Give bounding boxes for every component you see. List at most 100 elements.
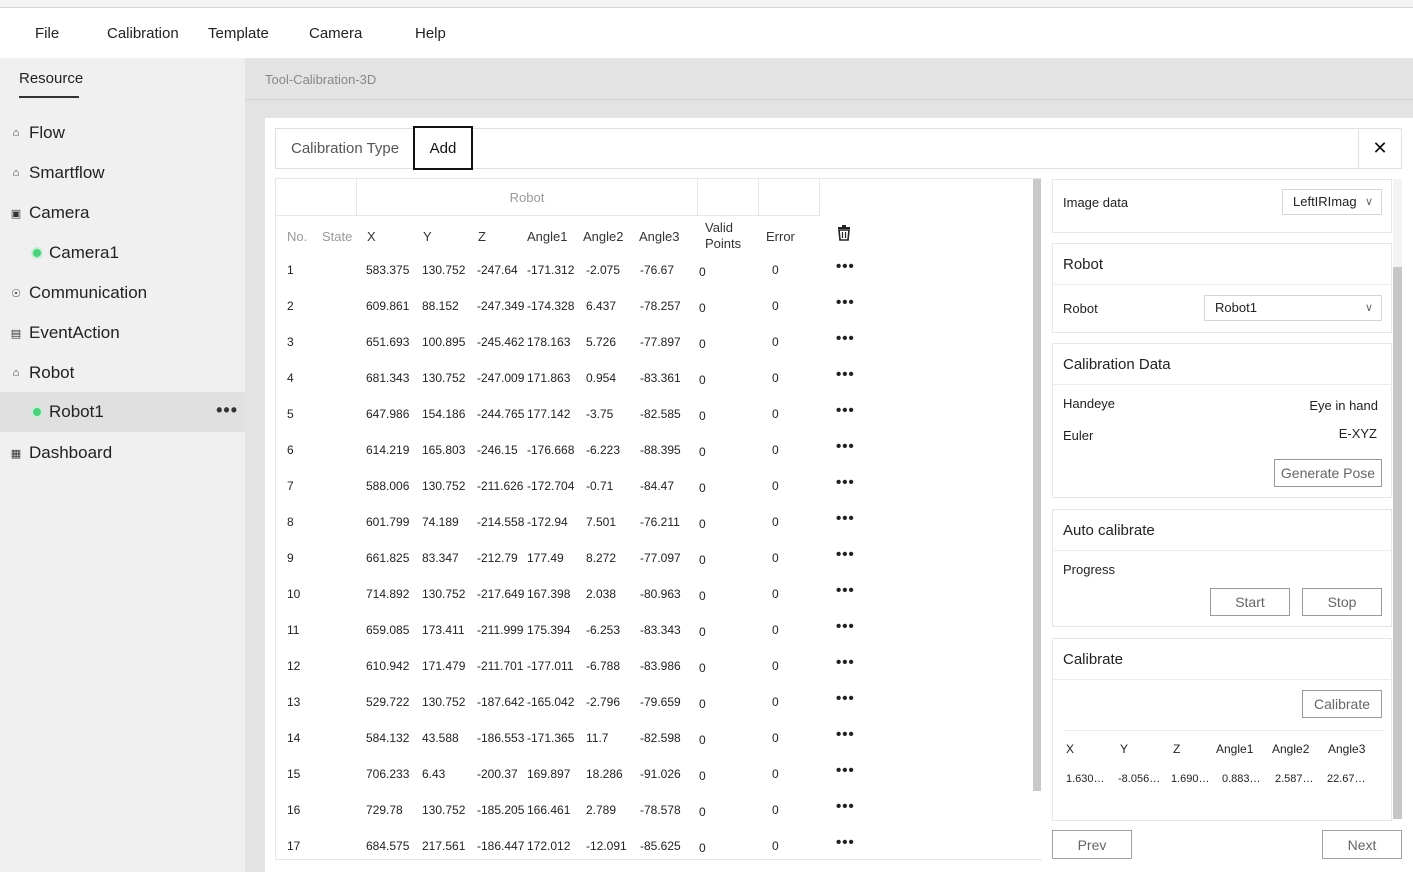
divider [1053,550,1393,551]
table-scrollbar-thumb[interactable] [1033,179,1041,791]
table-row[interactable]: 1 583.375 130.752 -247.64 -171.312 -2.075 -76.… [276,258,1036,299]
right-panel-scrollbar[interactable] [1393,179,1402,819]
table-cell: 659.085 [366,623,410,637]
table-row[interactable]: 3 651.693 100.895 -245.462 178.163 5.726 -77.8… [276,330,1036,371]
table-row[interactable]: 11 659.085 173.411 -211.999 175.394 -6.253 -83… [276,618,1036,659]
resource-tab[interactable]: Resource [19,70,83,87]
row-more-options-icon[interactable]: ••• [836,438,855,455]
row-more-options-icon[interactable]: ••• [836,798,855,815]
table-cell: 12 [287,659,301,673]
row-more-options-icon[interactable]: ••• [836,654,855,671]
table-row[interactable]: 17 684.575 217.561 -186.447 172.012 -12.091 -8… [276,834,1036,859]
next-button[interactable]: Next [1322,830,1402,859]
generate-pose-button[interactable]: Generate Pose [1274,459,1382,487]
row-more-options-icon[interactable]: ••• [836,366,855,383]
menu-camera[interactable]: Camera [309,25,362,42]
table-row[interactable]: 13 529.722 130.752 -187.642 -165.042 -2.796 -7… [276,690,1036,731]
chevron-down-icon: ∨ [1364,302,1373,314]
table-cell: 0.954 [586,371,617,385]
table-cell: -165.042 [527,695,575,709]
robot-select[interactable]: Robot1 ∨ [1204,295,1382,321]
row-more-options-icon[interactable]: ••• [836,690,855,707]
menu-help[interactable]: Help [415,25,446,42]
sidebar-item-smartflow[interactable]: ⌂ Smartflow [0,153,245,193]
row-more-options-icon[interactable]: ••• [836,834,855,851]
table-cell: 0 [699,517,706,531]
table-cell: 74.189 [422,515,459,529]
table-row[interactable]: 7 588.006 130.752 -211.626 -172.704 -0.71 -84.… [276,474,1036,515]
image-data-select[interactable]: LeftIRImag ∨ [1282,189,1382,215]
table-cell: -247.349 [477,299,525,313]
table-cell: 0 [699,301,706,315]
table-cell: -12.091 [586,839,627,853]
right-panel-scrollbar-thumb[interactable] [1393,267,1402,819]
row-more-options-icon[interactable]: ••• [836,582,855,599]
table-row[interactable]: 9 661.825 83.347 -212.79 177.49 8.272 -77.097 0… [276,546,1036,587]
calibrate-button[interactable]: Calibrate [1302,690,1382,718]
table-row[interactable]: 16 729.78 130.752 -185.205 166.461 2.789 -78.5… [276,798,1036,839]
table-cell: 0 [772,551,779,565]
table-cell: 6.43 [422,767,446,781]
sidebar-item-camera[interactable]: ▣ Camera [0,193,245,233]
result-value-y: -8.056… [1118,773,1161,785]
table-cell: 588.006 [366,479,410,493]
column-header-no: No. [287,229,308,244]
row-more-options-icon[interactable]: ••• [836,618,855,635]
resource-tab-underline [19,96,79,98]
menu-file[interactable]: File [35,25,59,42]
table-row[interactable]: 8 601.799 74.189 -214.558 -172.94 7.501 -76.21… [276,510,1036,551]
table-cell: -171.365 [527,731,575,745]
table-cell: -247.009 [477,371,525,385]
more-options-icon[interactable]: ••• [216,400,238,421]
table-cell: -3.75 [586,407,614,421]
row-more-options-icon[interactable]: ••• [836,726,855,743]
table-row[interactable]: 5 647.986 154.186 -244.765 177.142 -3.75 -82.5… [276,402,1036,443]
start-button[interactable]: Start [1210,588,1290,616]
tab-calibration-type[interactable]: Calibration Type [291,140,399,157]
table-row[interactable]: 15 706.233 6.43 -200.37 169.897 18.286 -91.026… [276,762,1036,803]
table-cell: -78.257 [640,299,681,313]
table-cell: 13 [287,695,301,709]
row-more-options-icon[interactable]: ••• [836,402,855,419]
menu-calibration[interactable]: Calibration [107,25,179,42]
sidebar-item-eventaction[interactable]: ▤ EventAction [0,313,245,353]
table-cell: 10 [287,587,301,601]
image-data-label: Image data [1063,195,1129,210]
table-row[interactable]: 4 681.343 130.752 -247.009 171.863 0.954 -83.3… [276,366,1036,407]
row-more-options-icon[interactable]: ••• [836,474,855,491]
row-more-options-icon[interactable]: ••• [836,294,855,311]
tab-add[interactable]: Add [413,126,473,170]
prev-button[interactable]: Prev [1052,830,1132,859]
table-row[interactable]: 6 614.219 165.803 -246.15 -176.668 -6.223 -88.… [276,438,1036,479]
sidebar-item-communication[interactable]: ☉ Communication [0,273,245,313]
table-row[interactable]: 14 584.132 43.588 -186.553 -171.365 11.7 -82.5… [276,726,1036,767]
row-more-options-icon[interactable]: ••• [836,762,855,779]
sidebar-item-robot[interactable]: ⌂ Robot [0,353,245,393]
table-cell: 609.861 [366,299,410,313]
sidebar-item-flow[interactable]: ⌂ Flow [0,113,245,153]
table-row[interactable]: 2 609.861 88.152 -247.349 -174.328 6.437 -78.2… [276,294,1036,335]
stop-button[interactable]: Stop [1302,588,1382,616]
table-cell: -79.659 [640,695,681,709]
row-more-options-icon[interactable]: ••• [836,546,855,563]
close-icon[interactable]: ✕ [1358,129,1401,168]
table-cell: 175.394 [527,623,571,637]
table-row[interactable]: 12 610.942 171.479 -211.701 -177.011 -6.788 -8… [276,654,1036,695]
sidebar-item-label: Camera [29,203,90,222]
column-header-angle1: Angle1 [527,229,568,244]
sidebar-item-robot1[interactable]: Robot1 ••• [0,392,245,432]
table-scrollbar[interactable] [1032,179,1042,859]
table-cell: 166.461 [527,803,571,817]
sidebar-item-dashboard[interactable]: ▦ Dashboard [0,433,245,473]
delete-all-icon[interactable] [837,225,851,241]
row-more-options-icon[interactable]: ••• [836,510,855,527]
row-more-options-icon[interactable]: ••• [836,258,855,275]
table-row[interactable]: 10 714.892 130.752 -217.649 167.398 2.038 -80.… [276,582,1036,623]
result-value-angle1: 0.883… [1222,773,1261,785]
row-more-options-icon[interactable]: ••• [836,330,855,347]
sidebar-item-camera1[interactable]: Camera1 [0,233,245,273]
table-cell: 0 [699,265,706,279]
menu-template[interactable]: Template [208,25,269,42]
table-cell: 661.825 [366,551,410,565]
divider [1053,384,1393,385]
